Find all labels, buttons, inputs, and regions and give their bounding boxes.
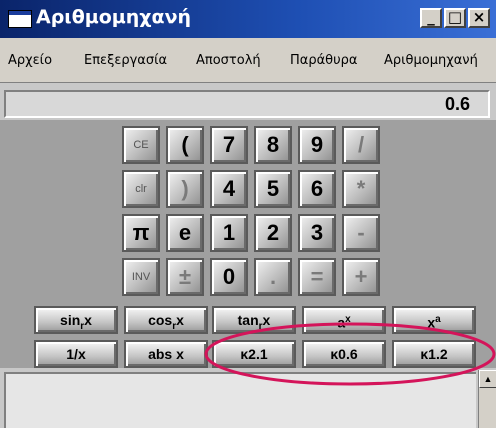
window-title: Αριθμομηχανή (36, 6, 192, 28)
key-equals[interactable]: = (298, 258, 336, 296)
key-multiply[interactable]: * (342, 170, 380, 208)
key-plus-minus[interactable]: ± (166, 258, 204, 296)
sin-button[interactable]: sinrx (34, 306, 118, 334)
calculator-window: Αριθμομηχανή _ □ × Αρχείο Επεξεργασία Απ… (0, 0, 496, 428)
menu-send[interactable]: Αποστολή (196, 53, 261, 68)
key-9[interactable]: 9 (298, 126, 336, 164)
key-minus[interactable]: - (342, 214, 380, 252)
key-2[interactable]: 2 (254, 214, 292, 252)
key-decimal[interactable]: . (254, 258, 292, 296)
annotation-ellipse (204, 322, 496, 386)
menu-file[interactable]: Αρχείο (8, 53, 52, 68)
app-icon (8, 10, 32, 28)
key-pi[interactable]: π (122, 214, 160, 252)
key-inverse[interactable]: INV (122, 258, 160, 296)
key-e[interactable]: e (166, 214, 204, 252)
key-8[interactable]: 8 (254, 126, 292, 164)
key-open-paren[interactable]: ( (166, 126, 204, 164)
menu-calculator[interactable]: Αριθμομηχανή (384, 53, 478, 68)
key-7[interactable]: 7 (210, 126, 248, 164)
key-divide[interactable]: / (342, 126, 380, 164)
display-value: 0.6 (444, 94, 470, 114)
reciprocal-button[interactable]: 1/x (34, 340, 118, 368)
key-1[interactable]: 1 (210, 214, 248, 252)
title-bar: Αριθμομηχανή _ □ × (0, 0, 496, 38)
minimize-button[interactable]: _ (420, 8, 442, 28)
key-clear-entry[interactable]: CE (122, 126, 160, 164)
menu-windows[interactable]: Παράθυρα (290, 53, 357, 68)
menu-bar: Αρχείο Επεξεργασία Αποστολή Παράθυρα Αρι… (0, 38, 496, 83)
cos-button[interactable]: cosrx (124, 306, 208, 334)
menu-edit[interactable]: Επεξεργασία (84, 53, 167, 68)
key-close-paren[interactable]: ) (166, 170, 204, 208)
key-plus[interactable]: + (342, 258, 380, 296)
key-clear[interactable]: clr (122, 170, 160, 208)
maximize-button[interactable]: □ (444, 8, 466, 28)
close-button[interactable]: × (468, 8, 490, 28)
result-display: 0.6 (4, 90, 490, 118)
key-6[interactable]: 6 (298, 170, 336, 208)
abs-button[interactable]: abs x (124, 340, 208, 368)
key-4[interactable]: 4 (210, 170, 248, 208)
key-3[interactable]: 3 (298, 214, 336, 252)
key-0[interactable]: 0 (210, 258, 248, 296)
key-5[interactable]: 5 (254, 170, 292, 208)
